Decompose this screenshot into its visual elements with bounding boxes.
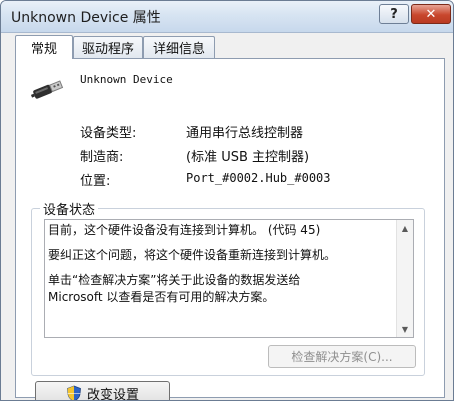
help-button[interactable]: ? — [379, 4, 409, 24]
status-line: 目前，这个硬件设备没有连接到计算机。 (代码 45) — [48, 223, 321, 237]
status-line: 要纠正这个问题，将这个硬件设备重新连接到计算机。 — [48, 248, 337, 262]
check-solutions-button[interactable]: 检查解决方案(C)... — [268, 345, 416, 368]
usb-plug-icon — [30, 80, 64, 99]
tab-driver[interactable]: 驱动程序 — [73, 36, 143, 58]
properties-window: Unknown Device 属性 ? ✕ 常规 驱动程序 详细信息 Unkno… — [0, 0, 454, 401]
device-status-textbox[interactable]: 目前，这个硬件设备没有连接到计算机。 (代码 45) 要纠正这个问题，将这个硬件… — [44, 219, 414, 338]
manufacturer-value: (标准 USB 主控制器) — [186, 150, 310, 165]
location-value: Port_#0002.Hub_#0003 — [186, 171, 331, 185]
tab-label: 详细信息 — [152, 42, 205, 57]
tab-details[interactable]: 详细信息 — [143, 36, 215, 58]
uac-shield-icon — [67, 385, 81, 400]
status-scrollbar[interactable]: ▲ ▼ — [396, 220, 413, 337]
location-label: 位置: — [80, 174, 111, 189]
device-status-legend: 设备状态 — [40, 199, 99, 218]
tab-label: 驱动程序 — [81, 42, 134, 57]
scroll-down-icon[interactable]: ▼ — [397, 321, 413, 337]
window-title: Unknown Device 属性 — [11, 10, 161, 26]
close-button[interactable]: ✕ — [411, 4, 451, 24]
tab-general[interactable]: 常规 — [15, 35, 73, 59]
close-icon: ✕ — [425, 6, 437, 22]
title-bar[interactable]: Unknown Device 属性 ? ✕ — [1, 1, 453, 33]
manufacturer-label: 制造商: — [80, 150, 124, 165]
device-type-label: 设备类型: — [80, 126, 137, 141]
change-settings-label: 改变设置 — [86, 387, 139, 401]
scroll-up-icon[interactable]: ▲ — [397, 220, 413, 236]
change-settings-button[interactable]: 改变设置 — [35, 381, 170, 401]
device-status-group: 设备状态 目前，这个硬件设备没有连接到计算机。 (代码 45) 要纠正这个问题，… — [31, 199, 425, 376]
status-text: 目前，这个硬件设备没有连接到计算机。 (代码 45) 要纠正这个问题，将这个硬件… — [48, 222, 396, 306]
tab-label: 常规 — [30, 42, 57, 57]
device-type-value: 通用串行总线控制器 — [186, 126, 304, 141]
help-icon: ? — [390, 6, 398, 22]
device-name: Unknown Device — [80, 73, 173, 86]
general-tab-panel: Unknown Device 设备类型: 通用串行总线控制器 制造商: (标准 … — [15, 58, 445, 401]
status-line: 单击“检查解决方案”将关于此设备的数据发送给 Microsoft 以查看是否有可… — [48, 273, 301, 304]
